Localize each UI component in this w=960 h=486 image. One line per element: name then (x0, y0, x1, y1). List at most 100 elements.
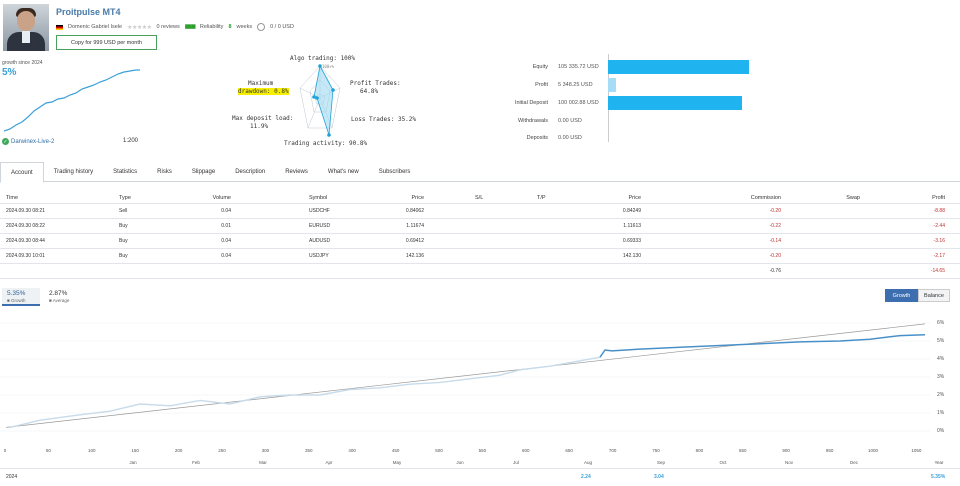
weeks-count: 8 (228, 24, 232, 30)
table-cell: -2.44 (933, 223, 945, 229)
x-tick-label: 450 (391, 448, 400, 453)
radar-profit-label: Profit Trades: (350, 80, 401, 87)
table-cell: EURUSD (309, 223, 331, 229)
radar-deposit-value: 11.9% (250, 123, 269, 130)
risk-radar: 100+% Algo trading: 100% Profit Trades: … (230, 52, 416, 152)
growth-stat-tab[interactable]: 5.35% ■ Growth (2, 288, 40, 306)
tab-what-s-new[interactable]: What's new (318, 162, 369, 182)
mini-growth-chart (3, 69, 140, 132)
month-label: Jan (129, 460, 137, 465)
average-stat-tab[interactable]: 2.87% ■ Average (44, 288, 84, 306)
y-tick-label: 1% (937, 410, 945, 416)
radar-max-dd-value: drawdown: 0.8% (238, 88, 289, 95)
tab-reviews[interactable]: Reviews (275, 162, 318, 182)
reviews-count[interactable]: 0 reviews (157, 24, 180, 30)
month-label: Jun (456, 460, 464, 465)
average-stat-value: 2.87% (49, 290, 68, 297)
y-tick-label: 4% (937, 356, 945, 362)
month-label: Nov (784, 460, 794, 465)
balance-toggle-button[interactable]: Balance (918, 289, 950, 302)
table-cell: -0.14 (769, 238, 781, 244)
equity-bar (608, 96, 742, 110)
growth-toggle-button[interactable]: Growth (885, 289, 918, 302)
table-header: Time Type Volume Symbol Price S/L T/P Price Comm… (0, 191, 960, 204)
equity-value: 105 335.72 USD (558, 64, 599, 70)
table-cell: 0.69412 (405, 238, 424, 244)
column-header: S/L (475, 195, 484, 201)
germany-flag-icon (56, 24, 63, 30)
signal-title[interactable]: Proitpulse MT4 (56, 7, 121, 17)
table-cell: -8.88 (933, 208, 945, 214)
year-total-value: 5.35% (931, 474, 946, 480)
table-cell: 0.04 (221, 238, 231, 244)
table-row[interactable]: 2024.09.30 08:21 Sell 0.04 USDCHF 0.84062 0.8… (0, 204, 960, 219)
table-cell: 0.84062 (405, 208, 424, 214)
table-row[interactable]: 2024.09.30 08:22 Buy 0.01 EURUSD 1.11674 1.11… (0, 219, 960, 234)
total-commission: -0.76 (769, 268, 781, 274)
verified-check-icon: ✓ (2, 138, 9, 145)
tab-risks[interactable]: Risks (147, 162, 182, 182)
x-tick-label: 350 (305, 448, 313, 453)
equity-label: Profit (535, 82, 548, 88)
column-header: Swap (846, 195, 860, 201)
average-trend-line (5, 323, 926, 428)
table-cell: 2024.09.30 08:21 (6, 208, 45, 214)
tab-statistics[interactable]: Statistics (103, 162, 147, 182)
mini-growth-line (3, 69, 140, 132)
broker-name[interactable]: Darwinex-Live-2 (11, 139, 54, 145)
broker-link[interactable]: ✓ Darwinex-Live-2 (2, 138, 54, 145)
x-tick-label: 750 (652, 448, 660, 453)
equity-bar (608, 60, 749, 74)
month-label: Dec (849, 460, 859, 465)
x-tick-label: 950 (825, 448, 834, 453)
equity-bar (608, 78, 616, 92)
tab-trading-history[interactable]: Trading history (44, 162, 103, 182)
table-cell: USDCHF (309, 208, 330, 214)
month-label: Oct (719, 460, 727, 465)
tab-account[interactable]: Account (0, 162, 44, 183)
radar-deposit-label: Max deposit load: (232, 115, 294, 122)
growth-stat-value: 5.35% (7, 290, 26, 297)
month-label: May (392, 460, 402, 465)
equity-row: Profit 5 348.25 USD (500, 78, 760, 92)
aug-value: 2.24 (581, 474, 591, 480)
table-cell: 2024.09.30 08:44 (6, 238, 45, 244)
tab-slippage[interactable]: Slippage (182, 162, 225, 182)
equity-value: 5 348.25 USD (558, 82, 593, 88)
total-profit: -14.65 (930, 268, 945, 274)
table-cell: 2024.09.30 08:22 (6, 223, 45, 229)
equity-row: Initial Deposit 100 002.88 USD (500, 96, 760, 110)
radar-loss-label: Loss Trades: 35.2% (351, 116, 417, 123)
column-header: Volume (212, 195, 231, 201)
author-name[interactable]: Domenic Gabriel Isele (68, 24, 122, 30)
equity-label: Initial Deposit (514, 100, 548, 106)
year-label: 2024 (6, 474, 18, 480)
equity-value: 0.00 USD (558, 135, 582, 141)
table-row[interactable]: 2024.09.30 10:01 Buy 0.04 USDJPY 142.136 142.… (0, 249, 960, 264)
column-header: Time (6, 195, 19, 201)
table-cell: 2024.09.30 10:01 (6, 253, 45, 259)
table-row[interactable]: 2024.09.30 08:44 Buy 0.04 AUDUSD 0.69412 0.69… (0, 234, 960, 249)
copy-button[interactable]: Copy for 999 USD per month (56, 35, 157, 50)
x-tick-label: 100 (88, 448, 96, 453)
equity-label: Equity (532, 64, 548, 70)
equity-label: Withdrawals (518, 118, 548, 124)
radar-shape (313, 64, 334, 136)
x-tick-label: 600 (522, 448, 530, 453)
radar-algo-label: Algo trading: 100% (290, 55, 356, 62)
tab-description[interactable]: Description (225, 162, 275, 182)
x-tick-label: 650 (565, 448, 573, 453)
table-cell: -2.17 (933, 253, 945, 259)
table-cell: -0.20 (769, 208, 781, 214)
column-header: Symbol (309, 195, 328, 201)
table-cell: 1.11674 (406, 223, 424, 229)
x-tick-label: 0 (3, 448, 7, 453)
column-header: Price (628, 195, 641, 201)
table-cell: 0.04 (221, 208, 231, 214)
radar-activity-label: Trading activity: 90.8% (284, 140, 368, 147)
x-tick-label: 250 (218, 448, 226, 453)
x-tick-label: 700 (608, 448, 617, 453)
growth-stat-label: ■ Growth (7, 298, 26, 303)
tab-subscribers[interactable]: Subscribers (369, 162, 421, 182)
y-tick-label: 5% (937, 338, 945, 344)
